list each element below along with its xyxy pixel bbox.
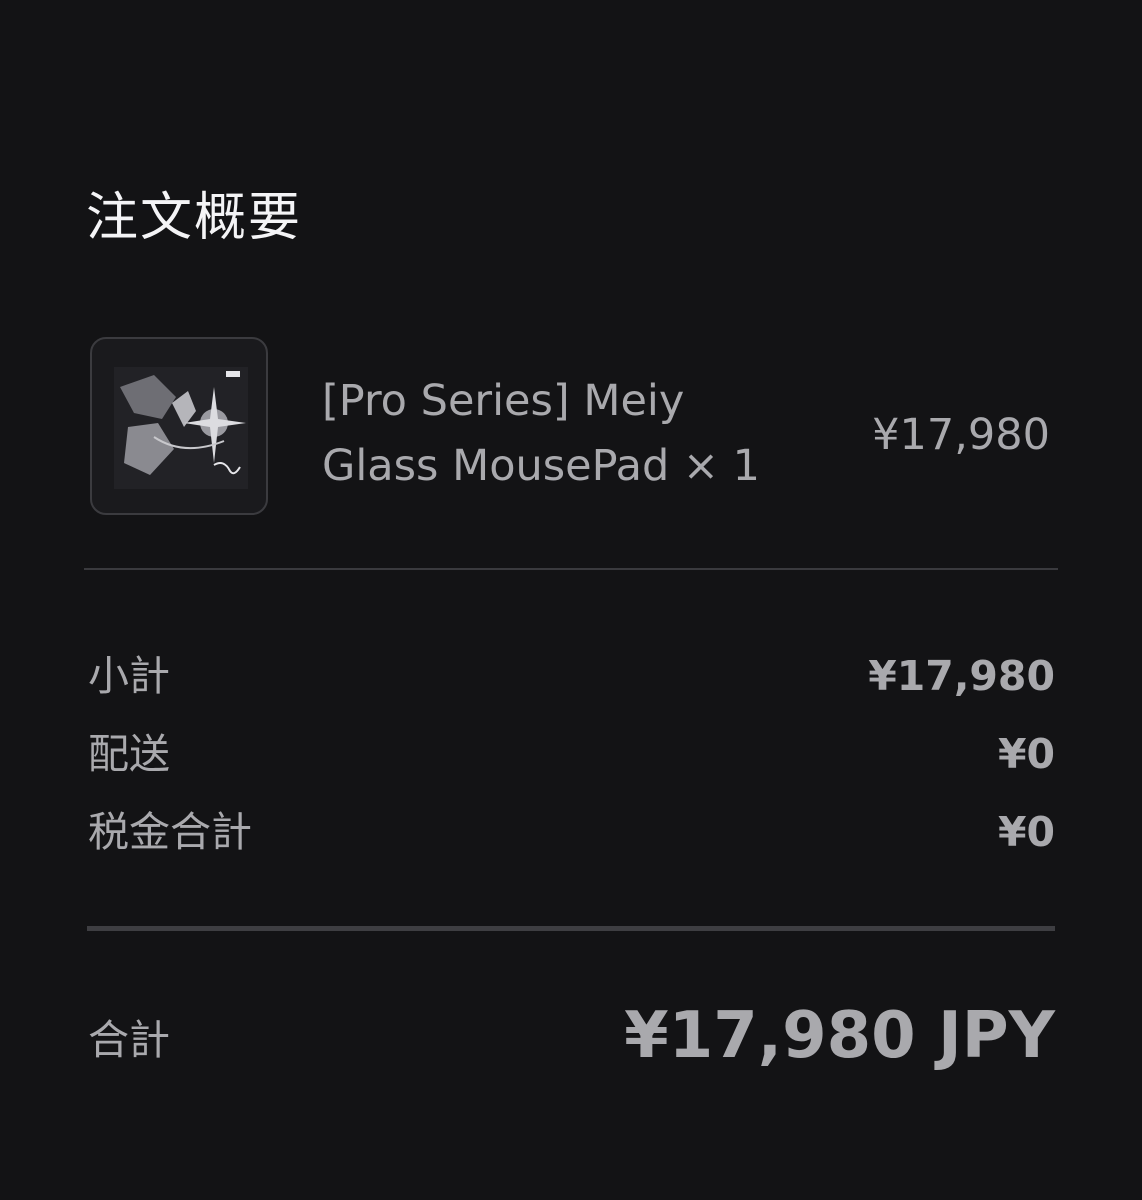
mousepad-image-icon [114, 367, 248, 489]
tax-label: 税金合計 [88, 808, 252, 856]
total-divider [87, 926, 1055, 931]
shipping-value: ¥0 [997, 730, 1055, 778]
order-line-item: [Pro Series] Meiy Glass MousePad × 1 ¥17… [90, 337, 1055, 519]
total-label: 合計 [88, 1016, 170, 1064]
tax-value: ¥0 [997, 808, 1055, 856]
shipping-row: 配送 ¥0 [88, 724, 1055, 784]
subtotal-row: 小計 ¥17,980 [88, 646, 1055, 706]
product-name-line-1: [Pro Series] Meiy [322, 376, 685, 426]
subtotal-label: 小計 [88, 652, 170, 700]
product-thumbnail [90, 337, 268, 515]
total-value: ¥17,980 JPY [624, 999, 1055, 1073]
product-price: ¥17,980 [872, 410, 1050, 460]
product-name-line-2: Glass MousePad × 1 [322, 441, 760, 491]
divider [84, 568, 1058, 570]
product-name: [Pro Series] Meiy Glass MousePad × 1 [322, 369, 792, 499]
shipping-label: 配送 [88, 730, 170, 778]
total-row: 合計 ¥17,980 JPY [88, 996, 1055, 1080]
page-title: 注文概要 [86, 188, 303, 248]
subtotal-value: ¥17,980 [868, 652, 1055, 700]
tax-row: 税金合計 ¥0 [88, 802, 1055, 862]
